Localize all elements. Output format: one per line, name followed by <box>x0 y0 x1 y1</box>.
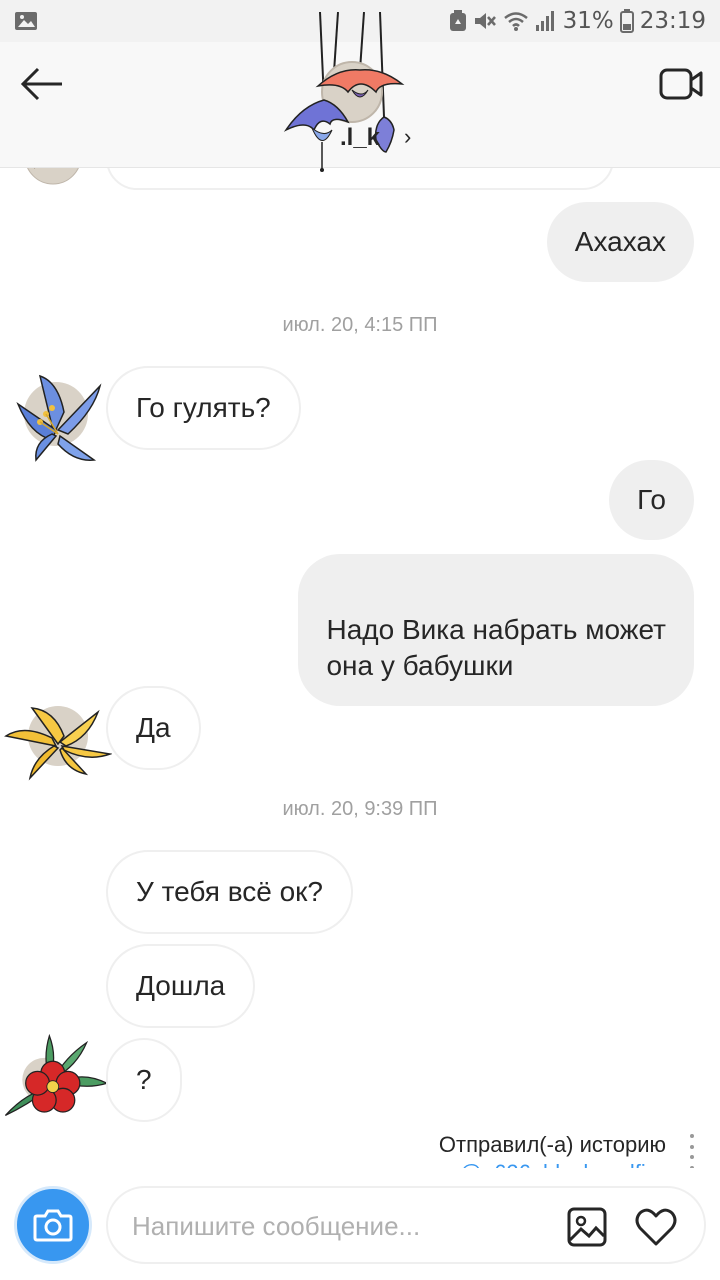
message-text: Да <box>136 712 171 743</box>
message-bubble-incoming[interactable]: Го гулять? <box>106 366 301 450</box>
message-text: Надо Вика набрать может она у бабушки <box>326 614 666 681</box>
message-bubble-incoming[interactable]: Дошла <box>106 944 256 1028</box>
message-composer <box>0 1168 720 1280</box>
clock: 23:19 <box>639 8 706 34</box>
message-text: Дошла <box>136 970 226 1001</box>
story-share-link[interactable]: @_626_black_selfie <box>460 1160 658 1168</box>
sender-avatar[interactable] <box>2 1024 112 1134</box>
timestamp: июл. 20, 4:15 ПП <box>282 314 438 336</box>
back-button[interactable] <box>16 62 68 106</box>
message-text: Го гулять? <box>136 392 271 423</box>
gallery-icon[interactable] <box>566 1206 608 1248</box>
status-indicators: 31% 23:19 <box>449 0 706 42</box>
sender-avatar[interactable] <box>6 364 116 474</box>
message-text: У тебя всё ок? <box>136 876 324 907</box>
camera-button[interactable] <box>14 1186 92 1264</box>
message-bubble-outgoing[interactable]: Ахахах <box>546 202 694 282</box>
message-bubble-outgoing[interactable]: Надо Вика набрать может она у бабушки <box>298 554 694 706</box>
battery-percent: 31% <box>562 8 614 34</box>
chat-header: .l_k › <box>0 12 720 172</box>
video-call-button[interactable] <box>656 62 706 106</box>
camera-icon <box>33 1209 73 1242</box>
message-thread[interactable]: Ахахах июл. 20, 4:15 ПП Го гулять? Го На… <box>0 168 720 1168</box>
message-bubble-outgoing[interactable]: Го <box>609 460 694 540</box>
video-call-icon <box>659 68 703 100</box>
chevron-right-icon[interactable]: › <box>404 124 411 150</box>
battery-icon <box>619 9 634 33</box>
message-bubble-incoming[interactable]: У тебя всё ок? <box>106 850 354 934</box>
message-bubble-incoming[interactable]: Да <box>106 686 201 770</box>
message-text: Го <box>637 484 666 515</box>
more-options-icon[interactable] <box>690 1134 696 1168</box>
timestamp: июл. 20, 9:39 ПП <box>282 798 438 820</box>
signal-icon <box>535 11 554 31</box>
message-input-container <box>106 1186 706 1264</box>
message-text: ? <box>136 1064 152 1095</box>
heart-icon[interactable] <box>634 1206 678 1248</box>
message-bubble-incoming[interactable]: ? <box>106 1038 182 1122</box>
story-share-note: Отправил(-а) историю <box>438 1132 666 1157</box>
message-text: Ахахах <box>574 226 666 257</box>
chat-username[interactable]: .l_k <box>340 124 380 152</box>
message-input[interactable] <box>132 1208 552 1244</box>
recycle-icon <box>449 10 466 31</box>
gallery-notification-icon <box>15 12 37 30</box>
mute-icon <box>474 13 496 29</box>
sender-avatar[interactable] <box>2 688 112 798</box>
sender-avatar-partial <box>27 168 79 185</box>
back-arrow-icon <box>20 67 62 101</box>
wifi-icon <box>503 12 528 31</box>
